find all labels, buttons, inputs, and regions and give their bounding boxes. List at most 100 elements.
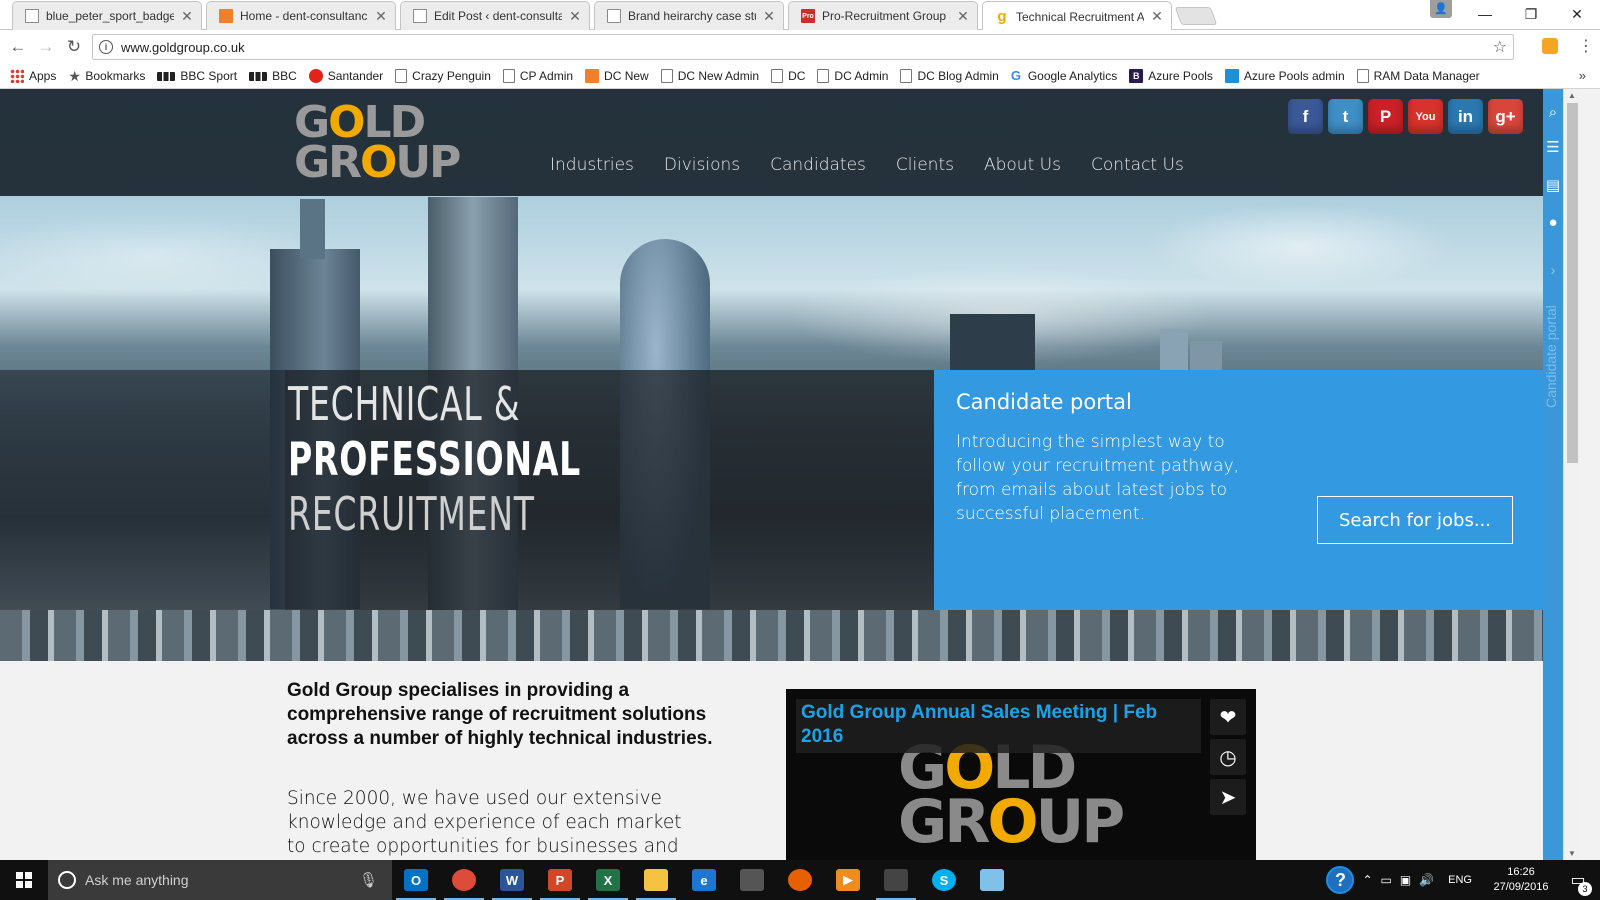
microphone-icon[interactable]: 🎙 bbox=[359, 871, 378, 889]
reload-icon[interactable]: ↻ bbox=[64, 37, 84, 57]
cortana-search[interactable]: Ask me anything 🎙 bbox=[48, 860, 392, 900]
linkedin-icon[interactable]: in bbox=[1448, 99, 1483, 134]
back-icon[interactable]: ← bbox=[8, 37, 28, 57]
watch-later-clock-icon[interactable]: ◷ bbox=[1210, 739, 1246, 775]
volume-icon[interactable]: 🔊 bbox=[1419, 873, 1434, 887]
bookmark-item[interactable]: CP Admin bbox=[502, 69, 573, 83]
bookmark-item[interactable]: G Google Analytics bbox=[1011, 69, 1117, 84]
like-heart-icon[interactable]: ❤ bbox=[1210, 699, 1246, 735]
nav-candidates[interactable]: Candidates bbox=[770, 155, 866, 175]
pinterest-icon[interactable]: P bbox=[1368, 99, 1403, 134]
video-player[interactable]: GOLD GROUP Gold Group Annual Sales Meeti… bbox=[786, 689, 1256, 860]
side-panel[interactable] bbox=[1543, 89, 1563, 860]
bookmark-item[interactable]: BBC Sport bbox=[157, 69, 237, 83]
nav-industries[interactable]: Industries bbox=[550, 155, 634, 175]
bookmark-item[interactable]: BBC bbox=[249, 69, 297, 83]
browser-tab[interactable]: Brand heirarchy case stu ✕ bbox=[594, 1, 784, 30]
network-icon[interactable]: ▣ bbox=[1400, 873, 1411, 887]
browser-tab[interactable]: blue_peter_sport_badge_ ✕ bbox=[12, 1, 202, 30]
tab-close-icon[interactable]: ✕ bbox=[569, 8, 581, 25]
tray-expand-chevron-icon[interactable]: ⌃ bbox=[1362, 873, 1372, 887]
chrome-menu-icon[interactable]: ⋮ bbox=[1578, 36, 1594, 56]
facebook-icon[interactable]: f bbox=[1288, 99, 1323, 134]
bookmark-item[interactable]: Santander bbox=[308, 69, 383, 83]
scroll-thumb[interactable] bbox=[1567, 103, 1578, 463]
taskbar-file-explorer[interactable] bbox=[632, 860, 680, 900]
bookmark-item[interactable]: B Azure Pools bbox=[1129, 69, 1213, 83]
browser-tab[interactable]: Edit Post ‹ dent-consulta ✕ bbox=[400, 1, 590, 30]
notepad-icon bbox=[980, 869, 1004, 891]
tab-close-icon[interactable]: ✕ bbox=[1151, 8, 1163, 25]
bookmarks-overflow-icon[interactable]: » bbox=[1579, 68, 1586, 83]
taskbar-media-player[interactable]: ▶ bbox=[824, 860, 872, 900]
page-scrollbar[interactable]: ▲ ▼ bbox=[1563, 89, 1580, 860]
taskbar-word[interactable]: W bbox=[488, 860, 536, 900]
browser-tab[interactable]: Home - dent-consultanc ✕ bbox=[206, 1, 396, 30]
address-url[interactable]: www.goldgroup.co.uk bbox=[121, 40, 1485, 55]
tab-close-icon[interactable]: ✕ bbox=[763, 8, 775, 25]
share-send-icon[interactable]: ➤ bbox=[1210, 779, 1246, 815]
side-list-icon[interactable]: ☰ bbox=[1544, 138, 1562, 156]
forward-icon[interactable]: → bbox=[36, 37, 56, 57]
side-document-icon[interactable]: ▤ bbox=[1544, 176, 1562, 194]
close-window-icon[interactable]: ✕ bbox=[1554, 0, 1600, 28]
googleplus-icon[interactable]: g+ bbox=[1488, 99, 1523, 134]
tab-close-icon[interactable]: ✕ bbox=[375, 8, 387, 25]
tab-close-icon[interactable]: ✕ bbox=[957, 8, 969, 25]
bookmark-item[interactable]: DC New Admin bbox=[660, 69, 759, 83]
youtube-icon[interactable]: You bbox=[1408, 99, 1443, 134]
taskbar-store[interactable] bbox=[728, 860, 776, 900]
bookmark-item[interactable]: Apps bbox=[10, 69, 56, 83]
scroll-down-arrow-icon[interactable]: ▼ bbox=[1568, 849, 1576, 858]
taskbar-firefox[interactable] bbox=[776, 860, 824, 900]
scroll-up-arrow-icon[interactable]: ▲ bbox=[1568, 91, 1576, 100]
browser-tab[interactable]: Pro Pro-Recruitment Group - ✕ bbox=[788, 1, 978, 30]
bookmark-item[interactable]: Azure Pools admin bbox=[1224, 69, 1345, 83]
taskbar-photos[interactable] bbox=[872, 860, 920, 900]
nav-about-us[interactable]: About Us bbox=[984, 155, 1061, 175]
bookmark-item[interactable]: DC New bbox=[585, 69, 649, 83]
browser-tab[interactable]: g Technical Recruitment A ✕ bbox=[982, 1, 1172, 31]
taskbar-outlook[interactable]: O bbox=[392, 860, 440, 900]
bookmark-label: Apps bbox=[29, 69, 57, 83]
side-user-icon[interactable]: ● bbox=[1544, 214, 1562, 232]
taskbar-edge[interactable]: e bbox=[680, 860, 728, 900]
nav-contact-us[interactable]: Contact Us bbox=[1091, 155, 1184, 175]
site-info-icon[interactable]: i bbox=[99, 40, 113, 54]
battery-icon[interactable]: ▭ bbox=[1381, 873, 1392, 887]
restore-icon[interactable]: ❐ bbox=[1508, 0, 1554, 28]
profile-icon[interactable]: 👤 bbox=[1430, 0, 1452, 18]
bookmark-item[interactable]: Crazy Penguin bbox=[395, 69, 491, 83]
side-expand-chevron-icon[interactable]: › bbox=[1544, 262, 1562, 280]
bookmark-item[interactable]: RAM Data Manager bbox=[1356, 69, 1480, 83]
taskbar-chrome[interactable] bbox=[440, 860, 488, 900]
help-icon[interactable]: ? bbox=[1326, 866, 1355, 894]
start-button[interactable] bbox=[0, 860, 48, 900]
input-language[interactable]: ENG bbox=[1448, 874, 1472, 886]
video-title[interactable]: Gold Group Annual Sales Meeting | Feb 20… bbox=[796, 699, 1201, 753]
system-clock[interactable]: 16:26 27/09/2016 bbox=[1486, 865, 1556, 895]
bookmark-item[interactable]: DC bbox=[771, 69, 805, 83]
search-jobs-button[interactable]: Search for jobs... bbox=[1317, 496, 1513, 544]
tab-close-icon[interactable]: ✕ bbox=[181, 8, 193, 25]
bookmark-item[interactable]: DC Blog Admin bbox=[900, 69, 999, 83]
bookmark-star-icon[interactable]: ☆ bbox=[1493, 37, 1507, 57]
gold-group-logo[interactable]: GOLD GROUP bbox=[294, 101, 484, 187]
taskbar-skype[interactable]: S bbox=[920, 860, 968, 900]
side-search-icon[interactable]: ⌕ bbox=[1544, 104, 1562, 122]
minimize-icon[interactable]: — bbox=[1462, 0, 1508, 28]
side-portal-label[interactable]: Candidate portal bbox=[1543, 282, 1563, 432]
taskbar-notepad[interactable] bbox=[968, 860, 1016, 900]
nav-clients[interactable]: Clients bbox=[896, 155, 954, 175]
address-bar[interactable]: i www.goldgroup.co.uk ☆ bbox=[92, 34, 1514, 60]
new-tab-button[interactable] bbox=[1174, 7, 1218, 25]
bookmark-label: DC New bbox=[604, 69, 649, 83]
bookmark-item[interactable]: ★ Bookmarks bbox=[68, 69, 145, 83]
bookmark-item[interactable]: DC Admin bbox=[817, 69, 888, 83]
taskbar-excel[interactable]: X bbox=[584, 860, 632, 900]
action-center-icon[interactable]: ▭ 3 bbox=[1564, 870, 1592, 896]
twitter-icon[interactable]: t bbox=[1328, 99, 1363, 134]
taskbar-powerpoint[interactable]: P bbox=[536, 860, 584, 900]
nav-divisions[interactable]: Divisions bbox=[664, 155, 740, 175]
extension-icon[interactable] bbox=[1542, 38, 1558, 54]
